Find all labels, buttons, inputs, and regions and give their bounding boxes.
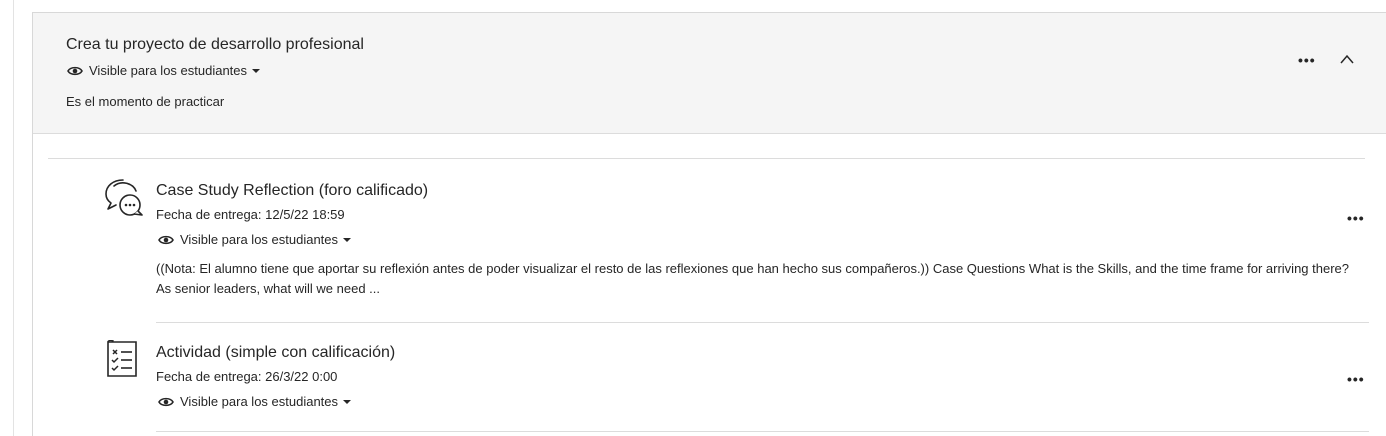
- caret-down-icon: [252, 68, 261, 73]
- item-more-options-button[interactable]: •••: [1347, 371, 1365, 387]
- divider: [156, 322, 1369, 323]
- item-title-case-study[interactable]: Case Study Reflection (foro calificado): [156, 182, 428, 200]
- module-description: Es el momento de practicar: [66, 94, 225, 109]
- divider: [48, 158, 1365, 159]
- item-visibility-dropdown[interactable]: Visible para los estudiantes: [158, 394, 352, 409]
- caret-down-icon: [343, 399, 352, 404]
- item-due-date: Fecha de entrega: 12/5/22 18:59: [156, 207, 345, 222]
- module-visibility-dropdown[interactable]: Visible para los estudiantes: [67, 63, 261, 78]
- item-visibility-label: Visible para los estudiantes: [180, 394, 339, 409]
- item-visibility-label: Visible para los estudiantes: [180, 232, 339, 247]
- module-visibility-label: Visible para los estudiantes: [89, 63, 248, 78]
- chevron-up-icon[interactable]: [1339, 53, 1355, 65]
- item-due-date: Fecha de entrega: 26/3/22 0:00: [156, 369, 338, 384]
- eye-icon: [67, 66, 83, 75]
- item-more-options-button[interactable]: •••: [1347, 210, 1365, 226]
- item-visibility-dropdown[interactable]: Visible para los estudiantes: [158, 232, 352, 247]
- discussion-icon: [105, 179, 143, 216]
- module-title[interactable]: Crea tu proyecto de desarrollo profesion…: [66, 36, 364, 54]
- eye-icon: [158, 397, 174, 406]
- module-more-options-button[interactable]: •••: [1298, 52, 1316, 68]
- learning-module: Crea tu proyecto de desarrollo profesion…: [32, 12, 1386, 436]
- assignment-icon: [107, 340, 137, 377]
- item-title-actividad[interactable]: Actividad (simple con calificación): [156, 344, 395, 362]
- caret-down-icon: [343, 237, 352, 242]
- eye-icon: [158, 235, 174, 244]
- item-description: ((Nota: El alumno tiene que aportar su r…: [156, 261, 1349, 296]
- divider: [156, 431, 1369, 432]
- module-header[interactable]: Crea tu proyecto de desarrollo profesion…: [33, 13, 1386, 134]
- page-left-border: [13, 0, 14, 436]
